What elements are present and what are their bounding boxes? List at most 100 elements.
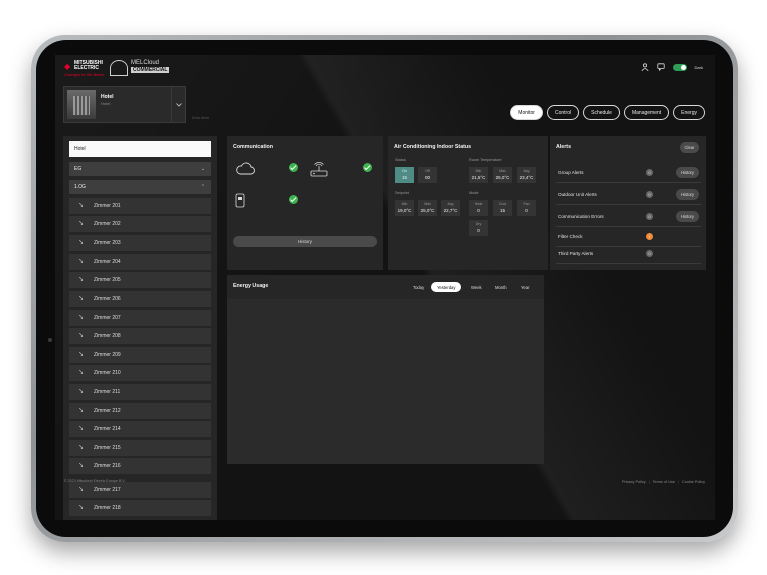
outdoor-alerts-history-button[interactable]: History: [676, 189, 699, 200]
period-today[interactable]: Today: [407, 282, 430, 292]
terms-of-use-link[interactable]: Terms of Use: [653, 480, 675, 484]
sidebar-item-room[interactable]: ↘ Zimmer 207: [69, 310, 211, 326]
copyright-text: © 2023 Mitsubishi Electric Europe B.V.: [64, 479, 126, 483]
arrow-down-right-icon: ↘: [78, 486, 84, 493]
main-nav: Monitor Control Schedule Management Ener…: [510, 105, 705, 120]
sidebar-item-room[interactable]: ↘ Zimmer 216: [69, 458, 211, 474]
sidebar-item-room[interactable]: ↘ Zimmer 208: [69, 328, 211, 344]
mode-heat-box: Heat 0: [469, 200, 488, 216]
site-subtitle: Hotel: [101, 101, 111, 106]
group-alerts-history-button[interactable]: History: [676, 167, 699, 178]
fan-value: 0: [525, 208, 528, 213]
communication-history-button[interactable]: History: [233, 236, 377, 247]
chat-icon[interactable]: [656, 63, 665, 71]
alert-label: Communication Errors: [558, 214, 604, 219]
site-dropdown-button[interactable]: [171, 87, 185, 122]
privacy-policy-link[interactable]: Privacy Policy: [622, 480, 646, 484]
on-value: 15: [401, 175, 407, 180]
sidebar-item-room[interactable]: ↘ Zimmer 211: [69, 384, 211, 400]
tab-monitor[interactable]: Monitor: [510, 105, 543, 120]
search-input[interactable]: Hotel: [69, 141, 211, 157]
sidebar-item-room[interactable]: ↘ Zimmer 203: [69, 235, 211, 251]
room-label: Zimmer 214: [94, 426, 121, 432]
tab-schedule[interactable]: Schedule: [583, 105, 620, 120]
camera-dot: [48, 338, 52, 342]
site-thumbnail: [67, 90, 96, 119]
arrow-down-right-icon: ↘: [78, 369, 84, 376]
arrow-down-right-icon: ↘: [78, 258, 84, 265]
dark-mode-label: Dark: [694, 64, 703, 70]
room-label: Zimmer 203: [94, 240, 121, 246]
mode-cool-box: Cool 15: [493, 200, 512, 216]
building-icon: [110, 60, 128, 76]
setpoint-min-box: Min 19,0°C: [395, 200, 414, 216]
alert-count-badge: 0: [646, 191, 653, 198]
tab-control[interactable]: Control: [546, 105, 580, 120]
sidebar-item-room[interactable]: ↘ Zimmer 210: [69, 365, 211, 381]
heat-label: Heat: [474, 202, 483, 206]
sidebar-item-room[interactable]: ↘ Zimmer 212: [69, 403, 211, 419]
heat-value: 0: [477, 208, 480, 213]
room-temp-min-box: Min 21,5°C: [469, 167, 488, 183]
tree-group-1og[interactable]: 1.OG ⌃: [69, 180, 211, 194]
arrow-down-right-icon: ↘: [78, 239, 84, 246]
sidebar-item-room[interactable]: ↘ Zimmer 217: [69, 482, 211, 498]
alerts-panel: Alerts Clear Group Alerts 0 History Outd…: [550, 136, 706, 270]
alert-label: Filter Check: [558, 234, 583, 239]
period-yesterday[interactable]: Yesterday: [431, 282, 462, 292]
room-label: Zimmer 210: [94, 370, 121, 376]
panel-title: Air Conditioning Indoor Status: [394, 144, 472, 150]
max-label: Max: [499, 169, 506, 173]
room-temp-avg-box: Avg 23,4°C: [517, 167, 536, 183]
period-year[interactable]: Year: [515, 282, 535, 292]
arrow-down-right-icon: ↘: [78, 332, 84, 339]
tree-group-label: EG: [74, 166, 82, 172]
sidebar-item-room[interactable]: ↘ Zimmer 209: [69, 347, 211, 363]
min-label: Min: [475, 169, 482, 173]
arrow-down-right-icon: ↘: [78, 351, 84, 358]
link-separator: |: [648, 480, 650, 484]
ac-status-panel: Air Conditioning Indoor Status Status On…: [388, 136, 548, 270]
room-label: Zimmer 204: [94, 259, 121, 265]
sidebar-item-room[interactable]: ↘ Zimmer 218: [69, 500, 211, 516]
sidebar-item-room[interactable]: ↘ Zimmer 202: [69, 216, 211, 232]
status-off-box: Off 00: [418, 167, 437, 183]
fan-label: Fan: [523, 202, 530, 206]
room-temp-label: Room Temperature: [469, 158, 502, 162]
communication-errors-history-button[interactable]: History: [676, 211, 699, 222]
location-sidebar: Hotel EG ⌄ 1.OG ⌃ ↘ Zimmer 201 ↘ Zimmer 20…: [63, 136, 217, 520]
min-label: Min: [401, 202, 408, 206]
period-week[interactable]: Week: [465, 282, 488, 292]
sidebar-item-room[interactable]: ↘ Zimmer 201: [69, 198, 211, 214]
sidebar-item-room[interactable]: ↘ Zimmer 214: [69, 421, 211, 437]
arrow-down-right-icon: ↘: [78, 504, 84, 511]
tree-group-eg[interactable]: EG ⌄: [69, 162, 211, 176]
site-name: Hotel: [101, 94, 114, 100]
tab-energy[interactable]: Energy: [673, 105, 705, 120]
clear-alerts-button[interactable]: Clear: [680, 142, 699, 153]
sidebar-item-room[interactable]: ↘ Zimmer 205: [69, 272, 211, 288]
arrow-down-right-icon: ↘: [78, 425, 84, 432]
chevron-down-icon: [175, 102, 182, 107]
site-selector[interactable]: Hotel Hotel: [63, 86, 186, 123]
alert-count-badge: 0: [646, 250, 653, 257]
alert-row-communication: Communication Errors 0 History: [556, 207, 701, 227]
alert-label: Outdoor Unit Alerts: [558, 192, 597, 197]
chevron-up-icon: ⌃: [200, 184, 205, 190]
arrow-down-right-icon: ↘: [78, 388, 84, 395]
sidebar-item-room[interactable]: ↘ Zimmer 204: [69, 254, 211, 270]
sidebar-item-room[interactable]: ↘ Zimmer 215: [69, 440, 211, 456]
on-label: On: [402, 169, 407, 173]
tree-group-label: 1.OG: [74, 184, 86, 190]
user-icon[interactable]: [641, 63, 649, 71]
brand-name: MITSUBISHI ELECTRIC: [74, 60, 103, 71]
controller-ok-icon: [289, 195, 298, 204]
mode-label: Mode: [469, 191, 479, 195]
room-label: Zimmer 202: [94, 221, 121, 227]
cookie-policy-link[interactable]: Cookie Policy: [682, 480, 705, 484]
sidebar-item-room[interactable]: ↘ Zimmer 206: [69, 291, 211, 307]
chevron-down-icon: ⌄: [200, 166, 205, 172]
period-month[interactable]: Month: [489, 282, 513, 292]
dark-mode-toggle[interactable]: [672, 63, 687, 71]
tab-management[interactable]: Management: [623, 105, 670, 120]
